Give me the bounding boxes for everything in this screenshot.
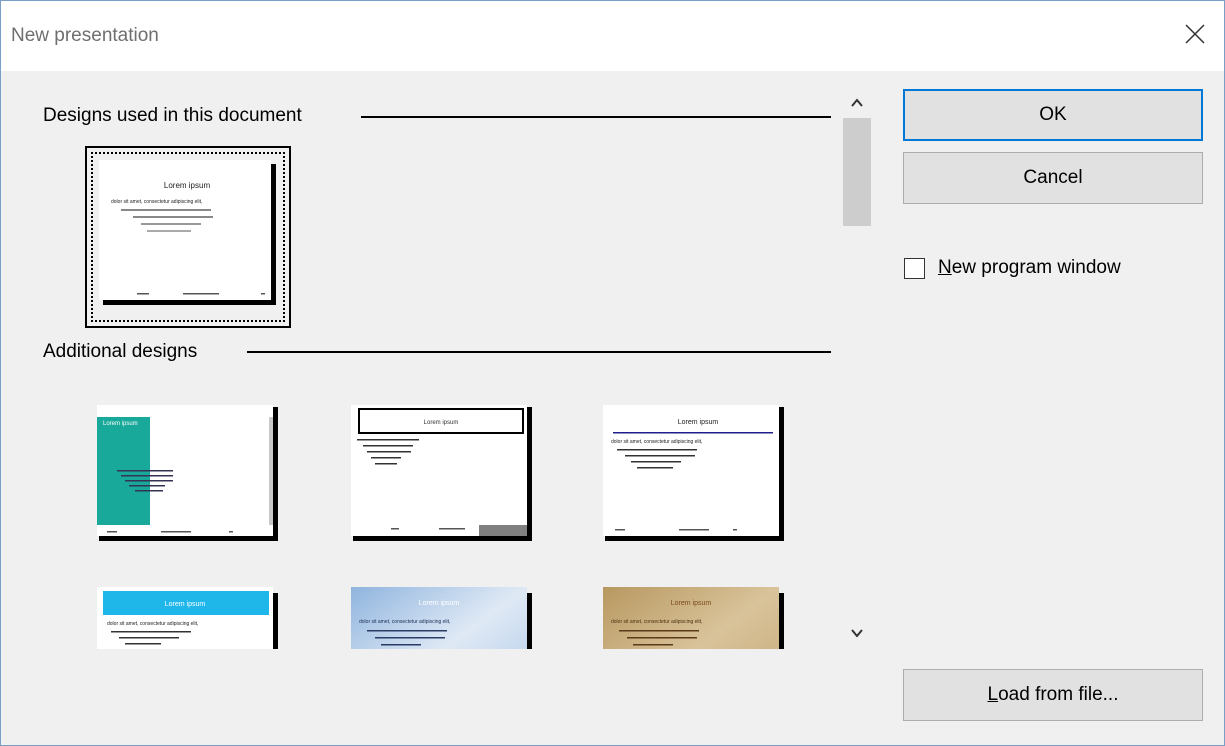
ok-button[interactable]: OK xyxy=(903,89,1203,141)
title-bar: New presentation xyxy=(1,1,1224,71)
section-divider xyxy=(361,116,831,118)
close-icon xyxy=(1185,24,1205,44)
section-heading-used: Designs used in this document xyxy=(43,105,310,127)
design-thumb-current[interactable]: Lorem ipsum dolor sit amet, consectetur … xyxy=(85,146,291,328)
ok-label: OK xyxy=(1039,104,1067,125)
thumb-body: dolor sit amet, consectetur adipiscing e… xyxy=(107,621,198,627)
thumb-title: Lorem ipsum xyxy=(419,600,460,607)
slide-preview: Lorem ipsum dolor sit amet, consectetur … xyxy=(603,587,784,649)
load-label: oad from file... xyxy=(998,684,1119,705)
new-window-option[interactable]: New program window xyxy=(904,255,1121,281)
design-thumb[interactable]: Lorem ipsum dolor sit amet, consectetur … xyxy=(351,587,537,649)
section-heading-additional: Additional designs xyxy=(43,341,206,363)
design-thumb[interactable]: Lorem ipsum dolor sit amet, consectetur … xyxy=(97,587,283,649)
slide-preview: Lorem ipsum dolor sit amet, consectetur … xyxy=(97,587,278,649)
load-label-mnemonic: L xyxy=(987,684,999,705)
thumb-body: dolor sit amet, consectetur adipiscing e… xyxy=(359,619,450,625)
thumb-title: Lorem ipsum xyxy=(103,421,138,427)
slide-preview: Lorem ipsum dolor sit amet, consectetur … xyxy=(351,587,532,649)
section-divider xyxy=(247,351,831,353)
design-thumb[interactable]: Lorem ipsum dolor sit amet, consectetur … xyxy=(603,587,789,649)
design-thumb[interactable]: Lorem ipsum xyxy=(97,405,283,543)
scroll-up-button[interactable] xyxy=(837,88,877,118)
thumb-body: dolor sit amet, consectetur adipiscing e… xyxy=(611,439,702,445)
thumb-title: Lorem ipsum xyxy=(424,420,459,426)
thumb-body: dolor sit amet, consectetur adipiscing e… xyxy=(111,199,202,205)
scroll-down-button[interactable] xyxy=(837,618,877,648)
load-from-file-button[interactable]: Load from file... xyxy=(903,669,1203,721)
close-button[interactable] xyxy=(1180,19,1210,49)
chevron-up-icon xyxy=(851,98,863,107)
cancel-button[interactable]: Cancel xyxy=(903,152,1203,204)
cancel-label: Cancel xyxy=(1023,167,1083,188)
thumb-body: dolor sit amet, consectetur adipiscing e… xyxy=(611,619,702,625)
slide-preview: Lorem ipsum dolor sit amet, consectetur … xyxy=(603,405,784,541)
design-thumb[interactable]: Lorem ipsum xyxy=(351,405,537,543)
scroll-thumb[interactable] xyxy=(843,118,871,226)
designs-scrollbar[interactable] xyxy=(837,86,877,661)
thumb-title: Lorem ipsum xyxy=(164,181,211,190)
thumb-title: Lorem ipsum xyxy=(165,601,206,608)
design-thumb[interactable]: Lorem ipsum dolor sit amet, consectetur … xyxy=(603,405,789,543)
new-window-label: New program window xyxy=(938,257,1121,278)
slide-preview: Lorem ipsum xyxy=(351,405,532,541)
new-window-checkbox[interactable] xyxy=(904,257,925,279)
new-presentation-dialog: New presentation Designs used in this do… xyxy=(0,0,1225,746)
chevron-down-icon xyxy=(851,629,863,638)
slide-preview: Lorem ipsum dolor sit amet, consectetur … xyxy=(99,160,276,305)
dialog-title: New presentation xyxy=(11,25,159,46)
thumb-title: Lorem ipsum xyxy=(678,419,719,426)
thumb-title: Lorem ipsum xyxy=(671,600,712,607)
slide-preview: Lorem ipsum xyxy=(97,405,278,541)
